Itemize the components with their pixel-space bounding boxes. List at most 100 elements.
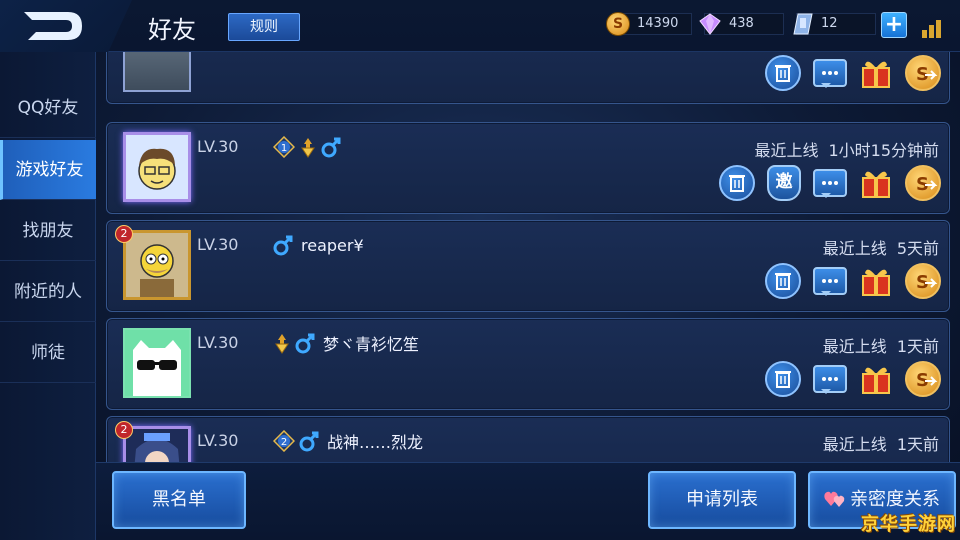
tab-game-friends[interactable]: 游戏好友 (0, 140, 96, 200)
friend-nickname: 梦ヾ青衫忆笙 (323, 335, 420, 354)
delete-friend-button[interactable] (765, 361, 801, 397)
friend-actions: S (765, 55, 941, 93)
friend-card: S (106, 52, 950, 104)
avatar[interactable] (123, 52, 191, 92)
signal-icon (920, 16, 946, 38)
gold-coin-icon: S (606, 12, 630, 36)
blacklist-button[interactable]: 黑名单 (112, 471, 246, 529)
friend-tags: 梦ヾ青衫忆笙 (273, 331, 419, 355)
friend-actions: 邀 S (719, 165, 941, 203)
cartoon-avatar-icon (126, 233, 188, 297)
back-arrow-icon (24, 12, 82, 40)
avatar[interactable] (123, 230, 191, 300)
friend-list[interactable]: S LV.30 1 最近上线 1小时15分钟前 邀 S 2 LV.30 reap… (106, 52, 952, 462)
rank-number: 2 (281, 437, 287, 448)
send-gift-button[interactable] (859, 263, 893, 297)
invite-button[interactable]: 邀 (767, 165, 801, 201)
anime-avatar-icon (126, 429, 188, 462)
intimacy-label: 亲密度关系 (850, 489, 940, 510)
friend-tags: 2 战神……烈龙 (273, 429, 423, 453)
chat-button[interactable] (813, 267, 847, 296)
last-online: 最近上线 1天前 (822, 435, 939, 454)
trash-icon (775, 273, 791, 290)
gold-counter: S 14390 (606, 12, 692, 36)
send-coin-button[interactable]: S (905, 361, 941, 397)
delete-friend-button[interactable] (765, 55, 801, 91)
delete-friend-button[interactable] (719, 165, 755, 201)
rules-button[interactable]: 规则 (228, 13, 300, 41)
chat-bubble-icon (822, 71, 838, 75)
send-gift-button[interactable] (859, 361, 893, 395)
male-gender-icon (295, 333, 315, 354)
diamond-icon (699, 13, 721, 35)
friend-level: LV.30 (197, 333, 239, 352)
friend-tags: reaper¥ (273, 233, 364, 257)
friend-level: LV.30 (197, 431, 239, 450)
gift-icon (862, 269, 890, 296)
trash-icon (729, 175, 745, 192)
chat-button[interactable] (813, 59, 847, 88)
male-gender-icon (321, 137, 341, 158)
rank-badge-icon: 1 (273, 136, 295, 158)
friend-requests-button[interactable]: 申请列表 (648, 471, 796, 529)
coin-arrow-icon: S (916, 174, 938, 195)
friend-nickname: reaper¥ (301, 235, 364, 255)
trash-icon (775, 65, 791, 82)
bottom-bar: 黑名单 申请列表 亲密度关系 (96, 462, 960, 540)
friend-level: LV.30 (197, 235, 239, 254)
watermark-logo: 京华手游网 (861, 514, 956, 535)
trash-icon (775, 371, 791, 388)
friend-level: LV.30 (197, 137, 239, 156)
avatar[interactable] (123, 328, 191, 398)
avatar[interactable] (123, 426, 191, 462)
recharge-add-button[interactable]: + (881, 12, 907, 38)
send-gift-button[interactable] (859, 55, 893, 89)
voucher-icon (793, 13, 813, 35)
friend-nickname: 战神……烈龙 (327, 433, 424, 452)
tab-mentor[interactable]: 师徒 (0, 323, 96, 383)
diamond-counter: 438 (698, 12, 784, 36)
vip-arrow-icon (301, 138, 315, 158)
voucher-counter: 12 (792, 12, 876, 36)
avatar[interactable] (123, 132, 191, 202)
send-coin-button[interactable]: S (905, 165, 941, 201)
tab-nearby[interactable]: 附近的人 (0, 262, 96, 322)
vip-arrow-icon (275, 334, 289, 354)
chat-button[interactable] (813, 365, 847, 394)
friend-actions: S (765, 361, 941, 399)
send-gift-button[interactable] (859, 165, 893, 199)
gift-icon (862, 171, 890, 198)
friend-card: LV.30 1 最近上线 1小时15分钟前 邀 S (106, 122, 950, 214)
gift-icon (862, 367, 890, 394)
page-title: 好友 (148, 16, 196, 44)
chat-bubble-icon (822, 279, 838, 283)
hearts-icon (824, 491, 845, 507)
tab-find-friends[interactable]: 找朋友 (0, 201, 96, 261)
gift-icon (862, 61, 890, 88)
last-online: 最近上线 1小时15分钟前 (754, 141, 939, 160)
coin-arrow-icon: S (916, 370, 938, 391)
chat-bubble-icon (822, 377, 838, 381)
last-online: 最近上线 1天前 (822, 337, 939, 356)
sidebar: QQ好友 游戏好友 找朋友 附近的人 师徒 (0, 52, 96, 540)
chat-bubble-icon (822, 181, 838, 185)
back-button[interactable] (0, 0, 132, 52)
level-badge: 2 (115, 225, 133, 243)
friend-tags: 1 (273, 135, 341, 159)
cat-sunglasses-avatar-icon (125, 330, 189, 396)
friend-card: 2 LV.30 reaper¥ 最近上线 5天前 S (106, 220, 950, 312)
level-badge: 2 (115, 421, 133, 439)
male-gender-icon (299, 431, 319, 452)
friend-actions: S (765, 263, 941, 301)
rank-number: 1 (281, 143, 287, 154)
tab-qq-friends[interactable]: QQ好友 (0, 78, 96, 138)
rank-badge-icon: 2 (273, 430, 295, 452)
coin-arrow-icon: S (916, 64, 938, 85)
top-bar: 好友 规则 S 14390 438 12 + (0, 0, 960, 52)
send-coin-button[interactable]: S (905, 263, 941, 299)
delete-friend-button[interactable] (765, 263, 801, 299)
male-gender-icon (273, 235, 293, 256)
chat-button[interactable] (813, 169, 847, 198)
friend-card: LV.30 梦ヾ青衫忆笙 最近上线 1天前 S (106, 318, 950, 410)
send-coin-button[interactable]: S (905, 55, 941, 91)
